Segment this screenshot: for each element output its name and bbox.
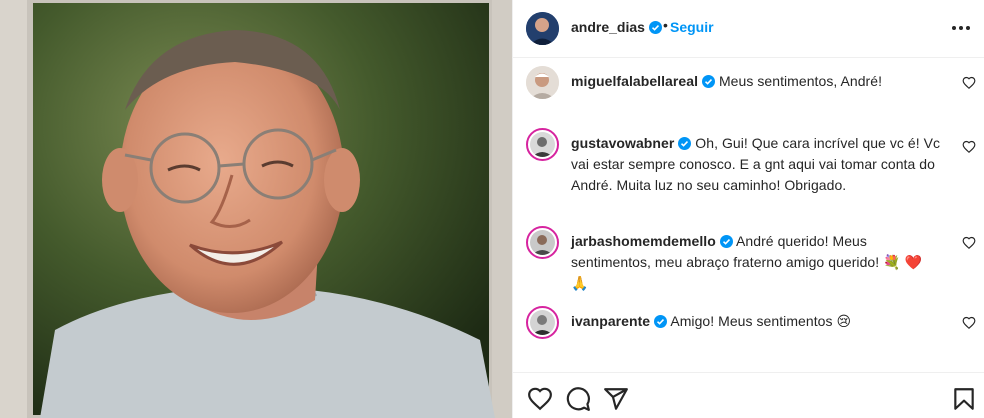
portrait-photo <box>0 0 512 418</box>
author-username[interactable]: andre_dias <box>571 19 662 35</box>
follow-button[interactable]: Seguir <box>670 19 714 35</box>
heart-icon[interactable] <box>962 236 976 250</box>
verified-badge-icon <box>654 315 668 328</box>
commenter-avatar[interactable] <box>526 306 559 339</box>
comment-body: Meus sentimentos, André! <box>718 73 883 89</box>
heart-icon[interactable] <box>962 140 976 154</box>
comment-text: ivanparente Amigo! Meus sentimentos 😢 <box>571 311 941 332</box>
bookmark-icon[interactable] <box>951 386 977 412</box>
comment-username[interactable]: gustavowabner <box>571 135 674 151</box>
comment-text: gustavowabner Oh, Gui! Que cara incrível… <box>571 133 941 196</box>
comment-username[interactable]: jarbashomemdemello <box>571 233 716 249</box>
heart-icon[interactable] <box>962 76 976 90</box>
verified-badge-icon <box>648 21 662 34</box>
avatar-image <box>526 66 559 99</box>
commenter-avatar[interactable] <box>526 226 559 259</box>
post-photo[interactable] <box>0 0 512 418</box>
author-username-text: andre_dias <box>571 19 645 35</box>
commenter-avatar[interactable] <box>526 128 559 161</box>
avatar-image <box>530 132 555 157</box>
verified-badge-icon <box>719 235 733 248</box>
action-bar <box>513 372 984 418</box>
share-icon[interactable] <box>603 386 629 412</box>
post-panel: andre_dias • Seguir miguelfalabellareal … <box>512 0 984 418</box>
heart-icon[interactable] <box>527 386 553 412</box>
commenter-avatar[interactable] <box>526 66 559 99</box>
verified-badge-icon <box>678 137 692 150</box>
more-options-icon[interactable] <box>949 20 973 36</box>
comment-text: jarbashomemdemello André querido! Meus s… <box>571 231 941 294</box>
author-avatar[interactable] <box>526 12 559 45</box>
verified-badge-icon <box>702 75 716 88</box>
heart-icon[interactable] <box>962 316 976 330</box>
post-header: andre_dias • Seguir <box>513 0 984 58</box>
avatar-image <box>530 310 555 335</box>
comment-username[interactable]: miguelfalabellareal <box>571 73 698 89</box>
avatar-image <box>526 12 559 45</box>
avatar-image <box>530 230 555 255</box>
separator-dot: • <box>663 17 668 33</box>
comment-body: Amigo! Meus sentimentos 😢 <box>670 313 852 329</box>
comment-username[interactable]: ivanparente <box>571 313 650 329</box>
comment-icon[interactable] <box>565 386 591 412</box>
comment-text: miguelfalabellareal Meus sentimentos, An… <box>571 71 941 92</box>
